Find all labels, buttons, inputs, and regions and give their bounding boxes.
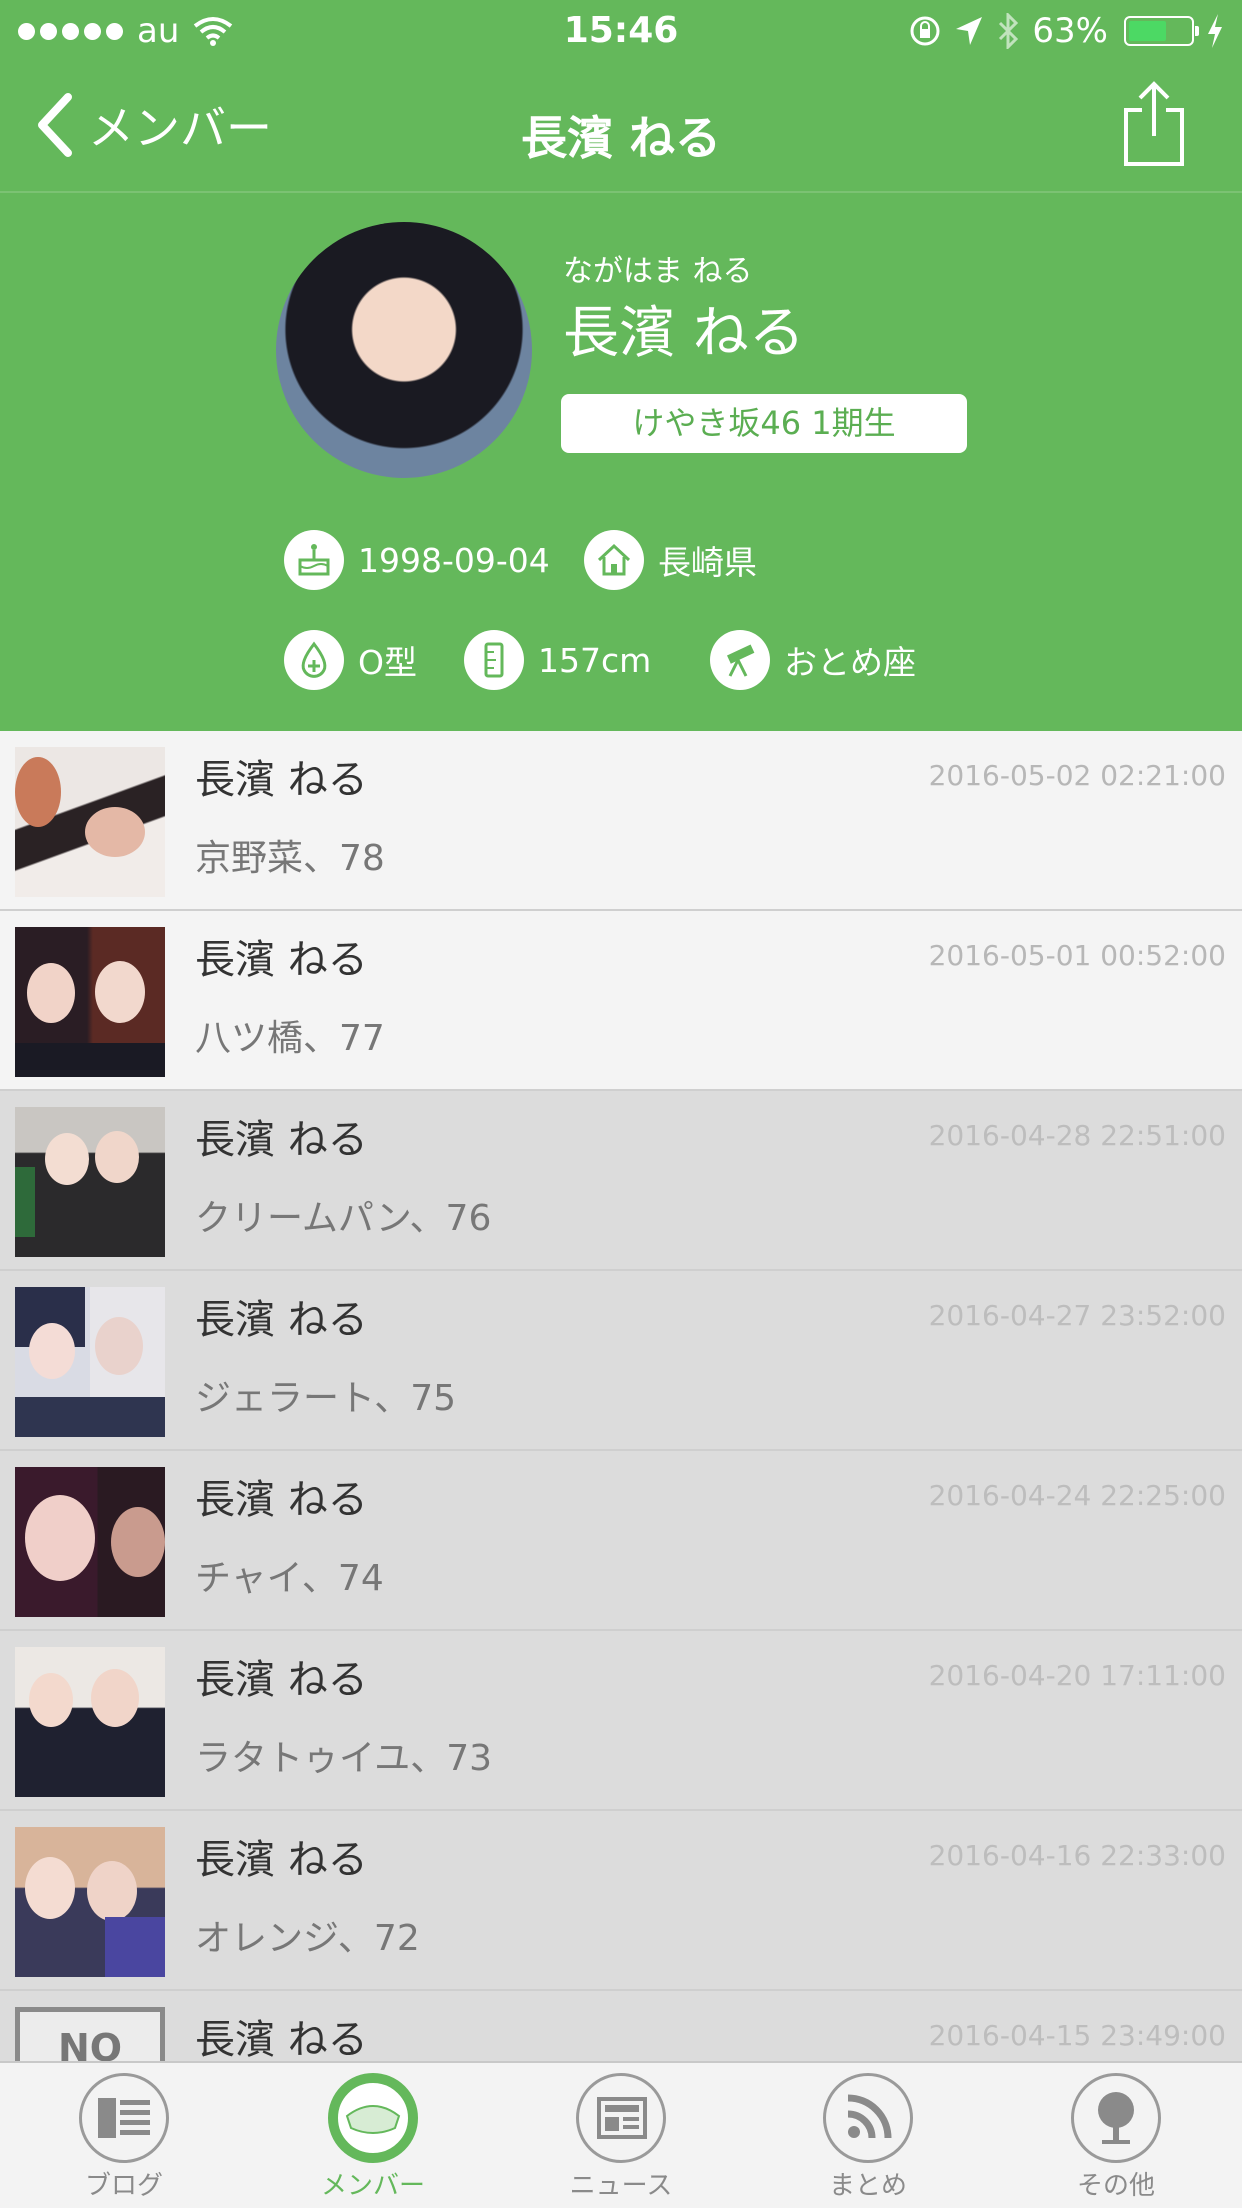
post-thumbnail <box>15 1467 165 1617</box>
tab-blog-label: ブログ <box>84 2171 163 2201</box>
post-thumbnail <box>15 1827 165 1977</box>
tab-news-label: ニュース <box>569 2171 673 2201</box>
post-author: 長濱 ねる <box>195 757 368 803</box>
battery-percent: 63% <box>1032 11 1108 51</box>
page-title: 長濱 ねる <box>520 111 721 165</box>
list-item[interactable]: 長濱 ねる 2016-05-01 00:52:00 八ツ橋、77 <box>0 911 1242 1091</box>
location-arrow-icon <box>956 17 983 45</box>
hometown-info: 長崎県 <box>584 530 757 590</box>
blood-drop-icon <box>284 630 344 690</box>
post-date: 2016-04-15 23:49:00 <box>928 2019 1226 2052</box>
birthday-info: 1998-09-04 <box>284 530 550 590</box>
rss-icon <box>823 2073 913 2163</box>
list-item[interactable]: NO 長濱 ねる 2016-04-15 23:49:00 <box>0 1991 1242 2061</box>
status-right: 63% <box>908 10 1224 52</box>
member-name-kana: ながはま ねる <box>563 254 753 289</box>
tab-other-label: その他 <box>1076 2171 1155 2201</box>
height-info: 157cm <box>464 630 651 690</box>
battery-icon <box>1124 16 1199 46</box>
tab-member[interactable]: メンバー <box>293 2073 453 2203</box>
birthday-value: 1998-09-04 <box>358 540 550 580</box>
blog-post-list[interactable]: 長濱 ねる 2016-05-02 02:21:00 京野菜、78 長濱 ねる 2… <box>0 731 1242 2061</box>
group-badge: けやき坂46 1期生 <box>561 394 967 453</box>
post-title: ジェラート、75 <box>195 1378 457 1419</box>
post-date: 2016-05-01 00:52:00 <box>928 939 1226 972</box>
post-thumbnail <box>15 927 165 1077</box>
bluetooth-icon <box>999 13 1019 49</box>
post-title: 八ツ橋、77 <box>195 1018 385 1059</box>
tab-summary-label: まとめ <box>828 2171 907 2201</box>
post-author: 長濱 ねる <box>195 1657 368 1703</box>
member-name: 長濱 ねる <box>563 301 805 366</box>
post-title: チャイ、74 <box>195 1558 384 1599</box>
list-item[interactable]: 長濱 ねる 2016-04-16 22:33:00 オレンジ、72 <box>0 1811 1242 1991</box>
tab-summary[interactable]: まとめ <box>788 2073 948 2203</box>
post-thumbnail <box>15 1647 165 1797</box>
blog-icon <box>79 2073 169 2163</box>
post-author: 長濱 ねる <box>195 1837 368 1883</box>
blood-type-value: O型 <box>358 643 417 682</box>
post-title: オレンジ、72 <box>195 1918 420 1959</box>
share-icon[interactable] <box>1122 80 1186 168</box>
post-date: 2016-04-20 17:11:00 <box>928 1659 1226 1692</box>
news-icon <box>576 2073 666 2163</box>
post-author: 長濱 ねる <box>195 937 368 983</box>
hometown-value: 長崎県 <box>658 543 757 582</box>
post-author: 長濱 ねる <box>195 1117 368 1163</box>
list-item[interactable]: 長濱 ねる 2016-05-02 02:21:00 京野菜、78 <box>0 731 1242 911</box>
zodiac-value: おとめ座 <box>784 643 916 682</box>
tab-bar: ブログ メンバー ニュース まとめ その他 <box>0 2061 1242 2208</box>
list-item[interactable]: 長濱 ねる 2016-04-28 22:51:00 クリームパン、76 <box>0 1091 1242 1271</box>
tab-news[interactable]: ニュース <box>541 2073 701 2203</box>
post-thumbnail <box>15 747 165 897</box>
post-thumbnail <box>15 1107 165 1257</box>
post-title: ラタトゥイユ、73 <box>195 1738 493 1779</box>
post-title: 京野菜、78 <box>195 838 385 879</box>
post-date: 2016-04-27 23:52:00 <box>928 1299 1226 1332</box>
birthday-cake-icon <box>284 530 344 590</box>
post-title: クリームパン、76 <box>195 1198 492 1239</box>
post-date: 2016-04-16 22:33:00 <box>928 1839 1226 1872</box>
post-author: 長濱 ねる <box>195 1477 368 1523</box>
list-item[interactable]: 長濱 ねる 2016-04-27 23:52:00 ジェラート、75 <box>0 1271 1242 1451</box>
tree-icon <box>1071 2073 1161 2163</box>
tab-member-label: メンバー <box>320 2171 425 2201</box>
navigation-bar: メンバー 長濱 ねる <box>0 62 1242 190</box>
height-value: 157cm <box>538 640 652 680</box>
home-icon <box>584 530 644 590</box>
charging-bolt-icon <box>1208 14 1222 48</box>
member-icon <box>328 2073 418 2163</box>
telescope-icon <box>710 630 770 690</box>
nav-divider <box>0 191 1242 193</box>
status-bar: au 15:46 63% <box>0 0 1242 62</box>
post-date: 2016-04-24 22:25:00 <box>928 1479 1226 1512</box>
list-item[interactable]: 長濱 ねる 2016-04-24 22:25:00 チャイ、74 <box>0 1451 1242 1631</box>
tab-other[interactable]: その他 <box>1036 2073 1196 2203</box>
post-date: 2016-05-02 02:21:00 <box>928 759 1226 792</box>
post-author: 長濱 ねる <box>195 2017 368 2061</box>
post-author: 長濱 ねる <box>195 1297 368 1343</box>
blood-type-info: O型 <box>284 630 417 690</box>
zodiac-info: おとめ座 <box>710 630 916 690</box>
orientation-lock-icon <box>910 16 940 46</box>
post-date: 2016-04-28 22:51:00 <box>928 1119 1226 1152</box>
post-thumbnail <box>15 1287 165 1437</box>
ruler-icon <box>464 630 524 690</box>
list-item[interactable]: 長濱 ねる 2016-04-20 17:11:00 ラタトゥイユ、73 <box>0 1631 1242 1811</box>
member-avatar <box>276 222 532 478</box>
post-thumbnail: NO <box>15 2007 165 2061</box>
no-image-label: NO <box>57 2026 123 2061</box>
tab-blog[interactable]: ブログ <box>44 2073 204 2203</box>
